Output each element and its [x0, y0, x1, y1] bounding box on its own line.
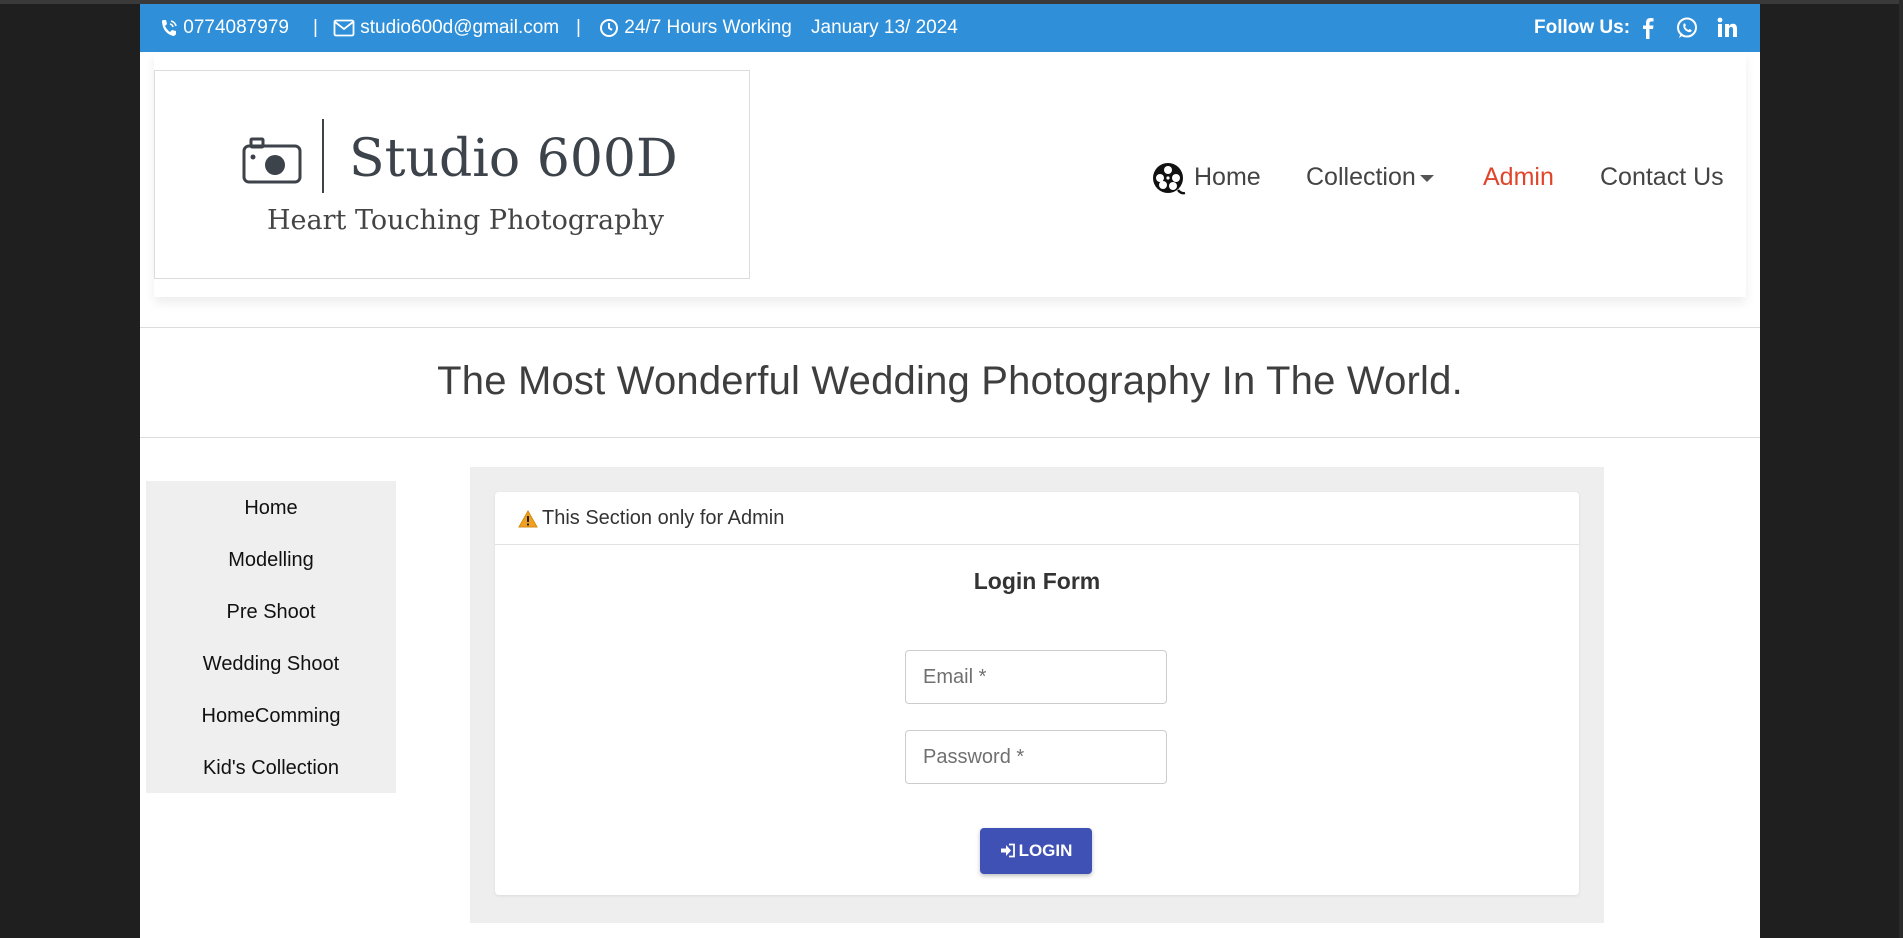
divider: [140, 327, 1760, 328]
hours-text: 24/7 Hours Working: [624, 17, 792, 38]
phone-number: 0774087979: [183, 17, 289, 38]
hero-heading: The Most Wonderful Wedding Photography I…: [437, 359, 1463, 403]
sign-in-icon: [1000, 843, 1015, 858]
nav-collection-label: Collection: [1306, 163, 1416, 191]
sidebar-item-kids-collection[interactable]: Kid's Collection: [146, 757, 396, 780]
nav-collection[interactable]: Collection: [1306, 160, 1434, 194]
nav-home[interactable]: Home: [1194, 160, 1261, 194]
email-field[interactable]: [905, 650, 1167, 704]
sidebar: Home Modelling Pre Shoot Wedding Shoot H…: [146, 481, 396, 793]
logo-subtitle: Heart Touching Photography: [267, 205, 665, 236]
facebook-icon[interactable]: [1635, 15, 1661, 41]
window-right-edge: [1899, 0, 1903, 938]
date-text: January 13/ 2024: [811, 17, 958, 38]
login-card: This Section only for Admin Login Form L…: [495, 492, 1579, 895]
phone-icon: [162, 19, 177, 36]
login-button[interactable]: LOGIN: [980, 828, 1092, 874]
sidebar-item-homecomming[interactable]: HomeComming: [146, 705, 396, 728]
page: 0774087979 | studio600d@gmail.com | 24/7…: [140, 4, 1760, 938]
sidebar-item-wedding-shoot[interactable]: Wedding Shoot: [146, 653, 396, 676]
envelope-icon: [333, 19, 355, 37]
logo[interactable]: Studio 600D Heart Touching Photography: [154, 70, 750, 279]
follow-label: Follow Us:: [1534, 17, 1631, 38]
separator: |: [576, 17, 581, 38]
logo-title: Studio 600D: [349, 129, 678, 189]
sidebar-item-home[interactable]: Home: [146, 497, 396, 520]
whatsapp-icon[interactable]: [1674, 15, 1700, 41]
nav-contact[interactable]: Contact Us: [1600, 160, 1724, 194]
password-field[interactable]: [905, 730, 1167, 784]
login-section: This Section only for Admin Login Form L…: [470, 467, 1604, 923]
top-info-bar: 0774087979 | studio600d@gmail.com | 24/7…: [140, 4, 1760, 52]
divider: [140, 437, 1760, 438]
camera-icon: [242, 137, 302, 184]
film-reel-icon[interactable]: [1152, 162, 1186, 196]
email-info[interactable]: studio600d@gmail.com: [333, 4, 559, 52]
email-address: studio600d@gmail.com: [360, 17, 560, 38]
caret-down-icon: [1419, 174, 1434, 182]
login-button-label: LOGIN: [1018, 841, 1073, 860]
sidebar-item-modelling[interactable]: Modelling: [146, 549, 396, 572]
separator: |: [313, 17, 318, 38]
card-header: This Section only for Admin: [495, 492, 1579, 545]
hours-info: 24/7 Hours Working: [599, 4, 792, 52]
admin-notice: This Section only for Admin: [542, 507, 785, 529]
sidebar-item-pre-shoot[interactable]: Pre Shoot: [146, 601, 396, 624]
site-header: Studio 600D Heart Touching Photography H…: [154, 52, 1746, 297]
warning-icon: [518, 510, 538, 528]
logo-divider: [322, 119, 324, 193]
clock-icon: [600, 18, 618, 37]
phone-info: 0774087979: [160, 4, 289, 52]
nav-admin[interactable]: Admin: [1483, 160, 1554, 194]
linkedin-icon[interactable]: [1714, 15, 1740, 41]
login-form-title: Login Form: [973, 568, 1101, 594]
